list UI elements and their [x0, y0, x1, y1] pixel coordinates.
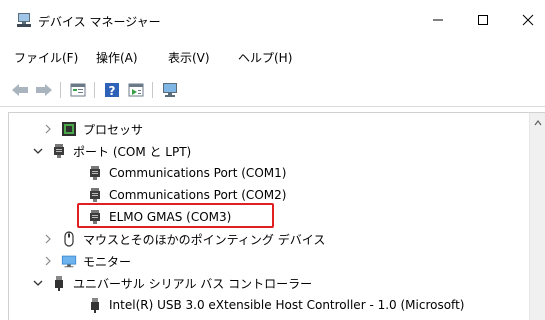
forward-button[interactable]: [34, 80, 54, 100]
properties-icon: [70, 83, 86, 97]
menu-action[interactable]: 操作(A): [96, 49, 138, 66]
tree-item-mouse[interactable]: マウスとそのほかのポインティング デバイス: [41, 228, 325, 250]
chevron-up-icon: [534, 120, 542, 126]
monitor-icon: [163, 83, 177, 97]
processor-icon: [61, 121, 77, 137]
usb-icon: [51, 275, 67, 291]
menu-bar: ファイル(F) 操作(A) 表示(V) ヘルプ(H): [0, 44, 545, 68]
vertical-scrollbar[interactable]: [529, 112, 545, 320]
help-icon: ?: [105, 83, 119, 98]
forward-arrow-icon: [36, 84, 52, 96]
toolbar: ?: [0, 76, 545, 104]
back-arrow-icon: [12, 84, 28, 96]
menu-help[interactable]: ヘルプ(H): [238, 49, 292, 66]
monitor-icon: [61, 253, 77, 269]
port-icon: [87, 187, 103, 203]
chevron-right-icon[interactable]: [41, 254, 55, 268]
back-button[interactable]: [10, 80, 30, 100]
maximize-button[interactable]: [460, 0, 505, 40]
tree-item-com1[interactable]: Communications Port (COM1): [87, 162, 286, 184]
properties-button[interactable]: [68, 80, 88, 100]
update-driver-icon: [128, 83, 144, 97]
toolbar-separator: [60, 82, 61, 98]
update-driver-button[interactable]: [126, 80, 146, 100]
usb-icon: [87, 297, 103, 313]
scroll-up-button[interactable]: [530, 117, 545, 129]
mouse-icon: [61, 231, 77, 247]
tree-item-monitor[interactable]: モニター: [41, 250, 131, 272]
port-icon: [51, 143, 67, 159]
tree-item-label: ポート (COM と LPT): [73, 144, 192, 159]
highlight-box: [77, 203, 274, 228]
menu-view[interactable]: 表示(V): [168, 49, 210, 66]
tree-item-label: Communications Port (COM2): [109, 188, 287, 202]
tree-item-ports[interactable]: ポート (COM と LPT): [31, 140, 191, 162]
toolbar-divider: [0, 106, 545, 107]
minimize-icon: [432, 19, 443, 21]
svg-text:?: ?: [109, 84, 116, 98]
scan-hardware-button[interactable]: [160, 80, 180, 100]
minimize-button[interactable]: [415, 0, 460, 40]
tree-item-label: モニター: [83, 254, 132, 269]
close-button[interactable]: [505, 0, 545, 40]
tree-item-usb-controllers[interactable]: ユニバーサル シリアル バス コントローラー: [31, 272, 312, 294]
device-manager-app-icon: [16, 12, 32, 28]
tree-item-processor[interactable]: プロセッサ: [41, 118, 143, 140]
close-icon: [522, 14, 533, 26]
port-icon: [87, 165, 103, 181]
menu-file[interactable]: ファイル(F): [14, 49, 78, 66]
tree-item-label: Communications Port (COM1): [109, 166, 287, 180]
maximize-icon: [477, 15, 488, 25]
device-manager-window: デバイス マネージャー ファイル(F) 操作(A) 表示(V) ヘルプ(H) ?…: [0, 0, 545, 320]
toolbar-separator: [94, 82, 95, 98]
window-title: デバイス マネージャー: [38, 15, 161, 29]
tree-item-label: プロセッサ: [83, 122, 144, 137]
tree-item-label: Intel(R) USB 3.0 eXtensible Host Control…: [109, 298, 465, 312]
tree-item-label: ユニバーサル シリアル バス コントローラー: [73, 276, 313, 291]
tree-item-usb-host-controller[interactable]: Intel(R) USB 3.0 eXtensible Host Control…: [87, 294, 464, 316]
help-button[interactable]: ?: [102, 80, 122, 100]
title-bar: デバイス マネージャー: [0, 0, 545, 40]
toolbar-separator: [152, 82, 153, 98]
chevron-right-icon[interactable]: [41, 122, 55, 136]
chevron-down-icon[interactable]: [31, 276, 45, 290]
chevron-down-icon[interactable]: [31, 144, 45, 158]
chevron-right-icon[interactable]: [41, 232, 55, 246]
tree-item-label: マウスとそのほかのポインティング デバイス: [83, 232, 326, 247]
